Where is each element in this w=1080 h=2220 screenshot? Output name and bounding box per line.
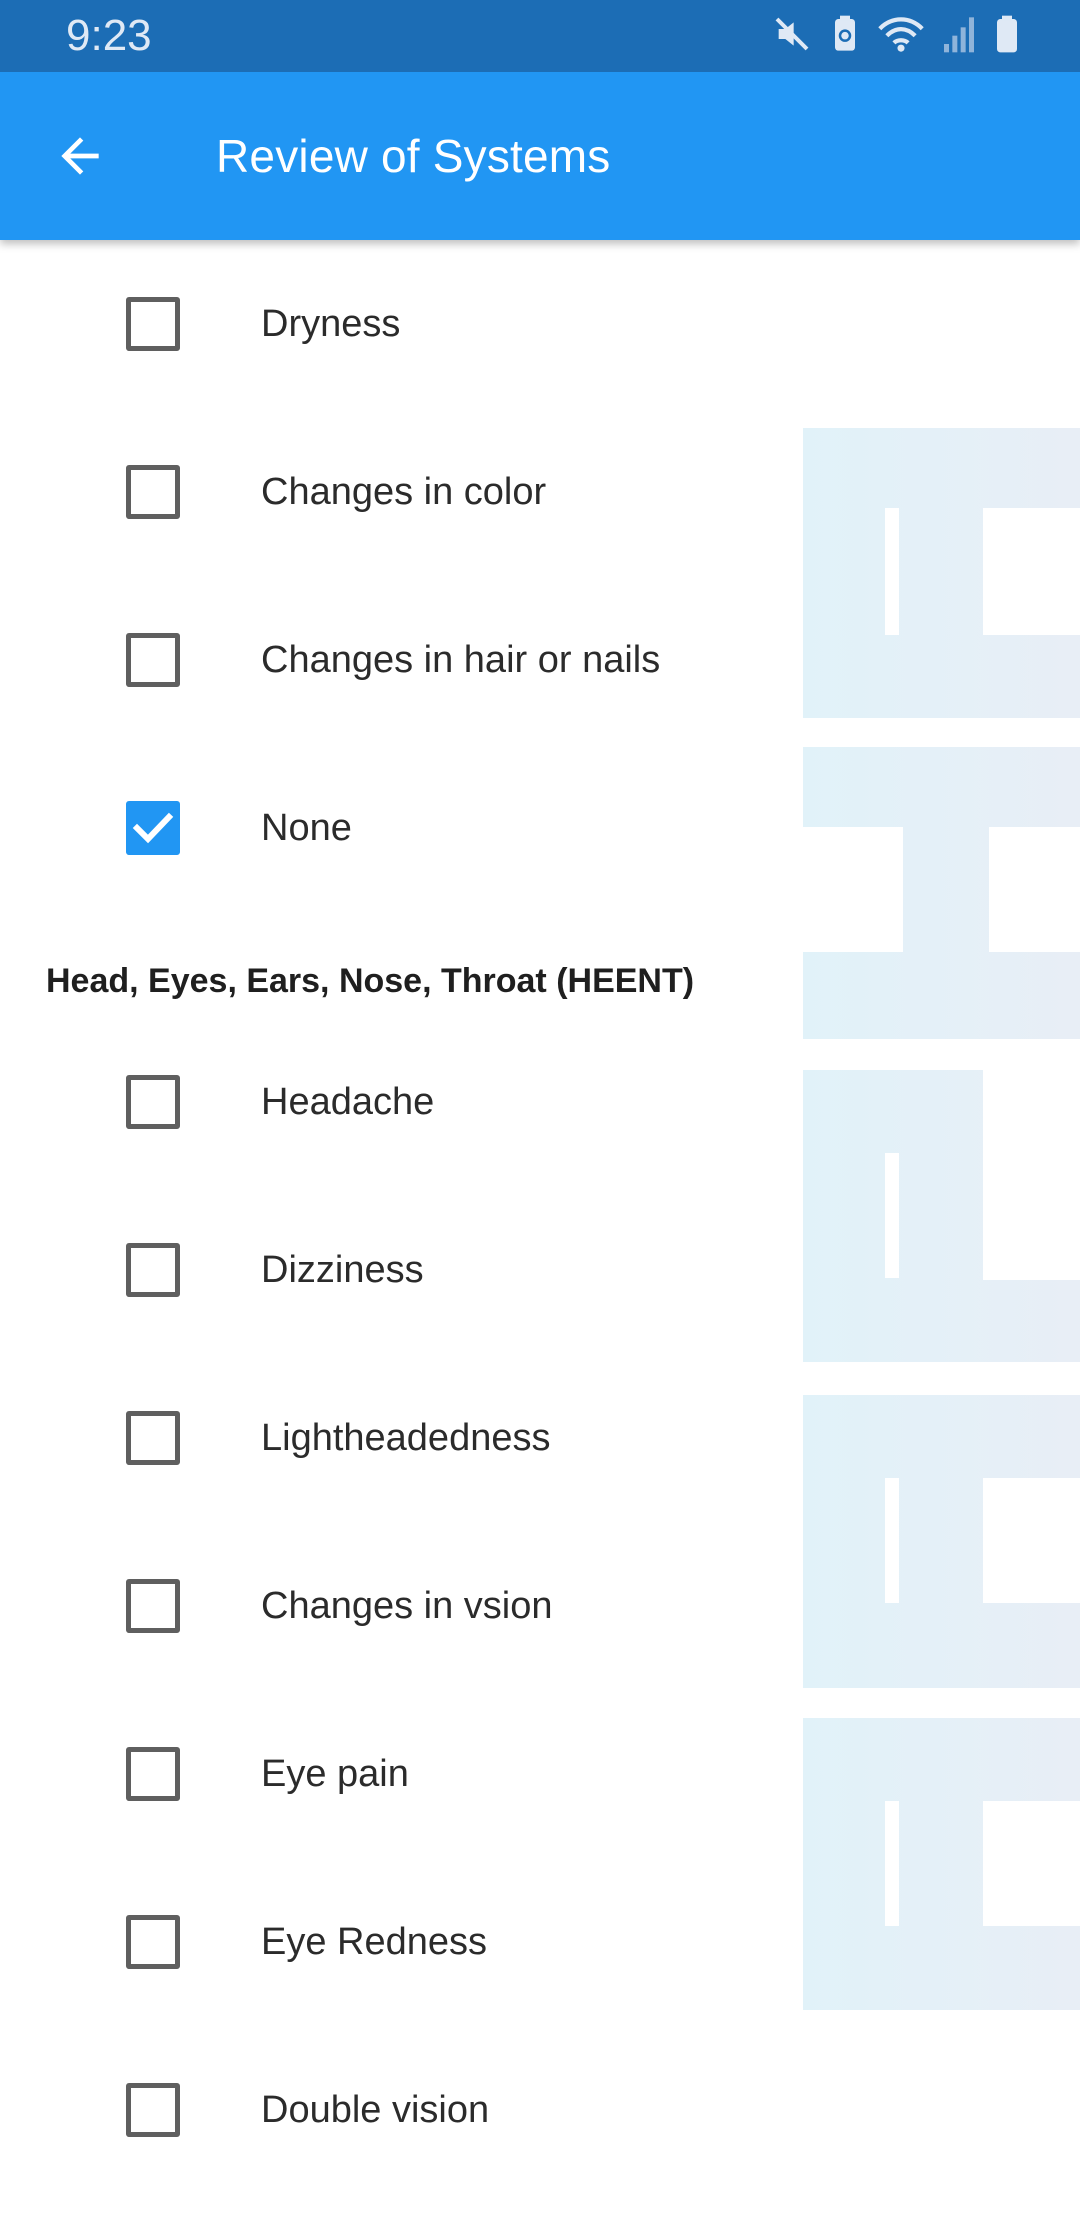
checkbox-label: Headache: [261, 1081, 435, 1123]
checkbox-row-double-vision[interactable]: Double vision: [0, 2026, 760, 2194]
checkbox-label: Changes in hair or nails: [261, 639, 661, 681]
checkmark-icon: [132, 812, 174, 844]
checkbox[interactable]: [126, 1579, 180, 1633]
checkbox[interactable]: [126, 1075, 180, 1129]
checkbox-row-eye-redness[interactable]: Eye Redness: [0, 1858, 760, 2026]
checkbox[interactable]: [126, 465, 180, 519]
battery-icon: [994, 14, 1020, 59]
checkbox-label: Double vision: [261, 2089, 490, 2131]
checkbox-row-changes-in-color[interactable]: Changes in color: [0, 408, 760, 576]
checkbox[interactable]: [126, 1747, 180, 1801]
checkbox-row-eye-pain[interactable]: Eye pain: [0, 1690, 760, 1858]
checkbox-label: Dizziness: [261, 1249, 424, 1291]
checkbox-label: Dryness: [261, 303, 401, 345]
checkbox[interactable]: [126, 297, 180, 351]
checkbox-row-dizziness[interactable]: Dizziness: [0, 1186, 760, 1354]
checkbox-row-none[interactable]: None: [0, 744, 760, 912]
back-button[interactable]: [38, 116, 122, 200]
arrow-back-icon: [52, 128, 108, 189]
battery-saver-icon: [830, 14, 860, 59]
checkbox-row-changes-in-vision[interactable]: Changes in vsion: [0, 1522, 760, 1690]
checkbox-checked[interactable]: [126, 801, 180, 855]
checkbox[interactable]: [126, 633, 180, 687]
app-bar: Review of Systems: [0, 72, 1080, 240]
review-of-systems-list: Dryness Changes in color Changes in hair…: [0, 240, 1080, 2220]
page-title: Review of Systems: [216, 130, 611, 182]
mute-icon: [772, 14, 812, 59]
checkbox-row-lightheadedness[interactable]: Lightheadedness: [0, 1354, 760, 1522]
signal-icon: [942, 14, 976, 59]
checkbox[interactable]: [126, 1411, 180, 1465]
checkbox-row-headache[interactable]: Headache: [0, 1018, 760, 1186]
wifi-icon: [878, 14, 924, 59]
checkbox-row-changes-in-hair-or-nails[interactable]: Changes in hair or nails: [0, 576, 760, 744]
checkbox[interactable]: [126, 2083, 180, 2137]
checkbox-label: Eye Redness: [261, 1921, 488, 1963]
checkbox[interactable]: [126, 1243, 180, 1297]
checkbox-label: Lightheadedness: [261, 1417, 551, 1459]
checkbox-row-dryness[interactable]: Dryness: [0, 240, 760, 408]
checkbox-label: Changes in color: [261, 471, 547, 513]
checkbox-label: Eye pain: [261, 1753, 409, 1795]
status-time: 9:23: [66, 11, 152, 60]
screen: 9:23 Review of Systems Dryness Changes i…: [0, 0, 1080, 2220]
checkbox-label: None: [261, 807, 352, 849]
checkbox-label: Changes in vsion: [261, 1585, 553, 1627]
status-icons: [772, 12, 1020, 60]
status-bar: 9:23: [0, 0, 1080, 72]
checkbox[interactable]: [126, 1915, 180, 1969]
section-heading-heent: Head, Eyes, Ears, Nose, Throat (HEENT): [46, 962, 695, 1000]
